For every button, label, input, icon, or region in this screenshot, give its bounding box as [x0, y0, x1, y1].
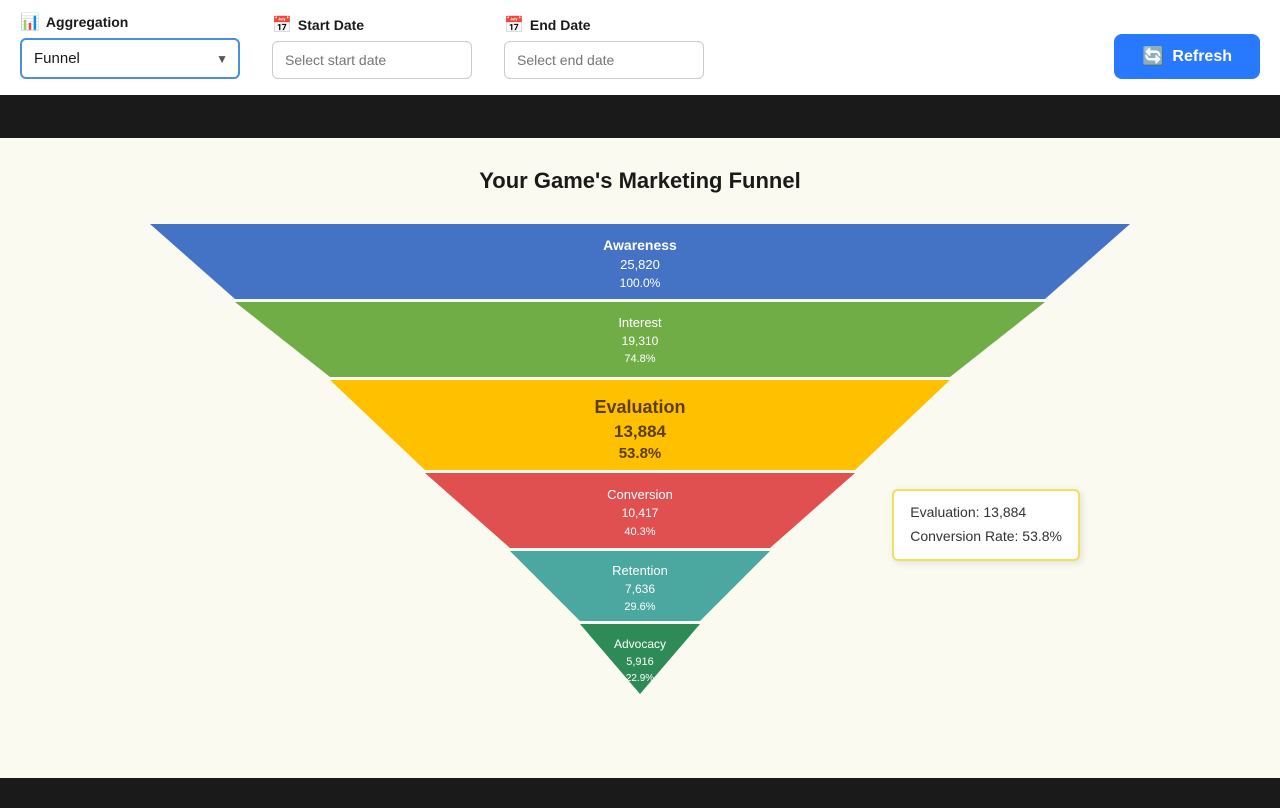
start-date-input[interactable] [272, 41, 472, 79]
aggregation-select-wrapper[interactable]: Funnel Daily Weekly Monthly [20, 38, 240, 79]
conversion-percent: 40.3% [624, 526, 655, 538]
end-date-icon: 📅 [504, 15, 524, 35]
evaluation-label: Evaluation [594, 397, 685, 417]
end-date-group: 📅 End Date [504, 15, 704, 79]
retention-value: 7,636 [625, 582, 655, 596]
advocacy-percent: 22.9% [626, 673, 654, 684]
end-date-label: 📅 End Date [504, 15, 704, 35]
dark-strip [0, 98, 1280, 138]
refresh-icon: 🔄 [1142, 46, 1164, 67]
interest-value: 19,310 [622, 334, 659, 348]
interest-label: Interest [618, 315, 662, 330]
awareness-value: 25,820 [620, 257, 660, 272]
start-date-group: 📅 Start Date [272, 15, 472, 79]
retention-percent: 29.6% [624, 601, 655, 613]
advocacy-label: Advocacy [614, 637, 666, 651]
conversion-value: 10,417 [622, 506, 659, 520]
aggregation-icon: 📊 [20, 12, 40, 32]
interest-percent: 74.8% [624, 353, 655, 365]
header-bar: 📊 Aggregation Funnel Daily Weekly Monthl… [0, 0, 1280, 98]
funnel-container: Awareness 25,820 100.0% Interest 19,310 … [40, 224, 1240, 724]
advocacy-value: 5,916 [626, 656, 654, 668]
evaluation-percent: 53.8% [619, 445, 662, 462]
awareness-label: Awareness [603, 237, 677, 253]
start-date-label: 📅 Start Date [272, 15, 472, 35]
chart-title: Your Game's Marketing Funnel [40, 168, 1240, 194]
refresh-button[interactable]: 🔄 Refresh [1114, 34, 1260, 79]
start-date-icon: 📅 [272, 15, 292, 35]
tooltip-rate: Conversion Rate: 53.8% [910, 525, 1062, 549]
aggregation-group: 📊 Aggregation Funnel Daily Weekly Monthl… [20, 12, 240, 79]
evaluation-value: 13,884 [614, 422, 667, 441]
funnel-svg: Awareness 25,820 100.0% Interest 19,310 … [150, 224, 1130, 724]
main-content: Your Game's Marketing Funnel Awareness 2… [0, 138, 1280, 778]
conversion-label: Conversion [607, 487, 673, 502]
end-date-input[interactable] [504, 41, 704, 79]
tooltip-label: Evaluation: 13,884 [910, 501, 1062, 525]
aggregation-select[interactable]: Funnel Daily Weekly Monthly [20, 38, 240, 79]
awareness-percent: 100.0% [620, 276, 661, 290]
aggregation-label: 📊 Aggregation [20, 12, 240, 32]
funnel-tooltip: Evaluation: 13,884 Conversion Rate: 53.8… [892, 489, 1080, 561]
retention-label: Retention [612, 563, 668, 578]
